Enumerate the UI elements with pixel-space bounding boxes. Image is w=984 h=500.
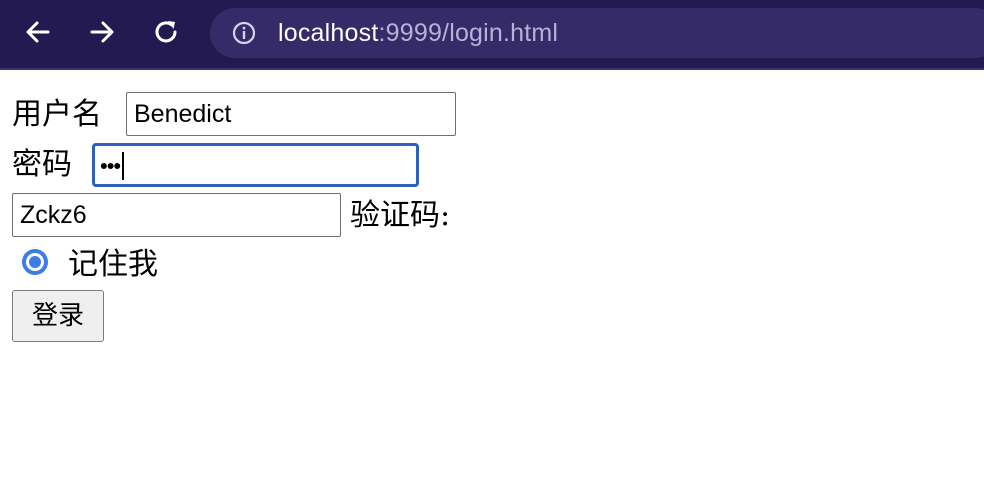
info-icon[interactable] — [232, 21, 256, 45]
url-text[interactable]: localhost:9999/login.html — [278, 8, 558, 58]
remember-me-radio[interactable] — [22, 249, 48, 275]
password-mask: ••• — [100, 153, 121, 179]
radio-ring — [26, 253, 44, 271]
password-input[interactable]: ••• — [92, 143, 419, 187]
url-path: :9999/login.html — [378, 19, 559, 47]
forward-button[interactable] — [82, 12, 122, 52]
arrow-left-icon — [26, 21, 50, 43]
radio-dot — [29, 256, 41, 268]
reload-button[interactable] — [146, 12, 186, 52]
username-label: 用户名 — [12, 97, 102, 132]
url-host: localhost — [278, 19, 379, 47]
text-caret — [122, 152, 125, 181]
password-label: 密码 — [12, 147, 72, 182]
username-input[interactable]: Benedict — [126, 92, 456, 136]
login-button[interactable]: 登录 — [12, 290, 104, 342]
remember-me-label[interactable]: 记住我 — [68, 242, 158, 288]
back-button[interactable] — [18, 12, 58, 52]
captcha-label: 验证码: — [350, 198, 451, 233]
arrow-right-icon — [90, 21, 114, 43]
reload-icon — [155, 21, 177, 43]
browser-toolbar: localhost:9999/login.html — [0, 0, 984, 70]
captcha-input[interactable]: Zckz6 — [12, 193, 341, 237]
address-bar[interactable]: localhost:9999/login.html — [210, 8, 984, 58]
